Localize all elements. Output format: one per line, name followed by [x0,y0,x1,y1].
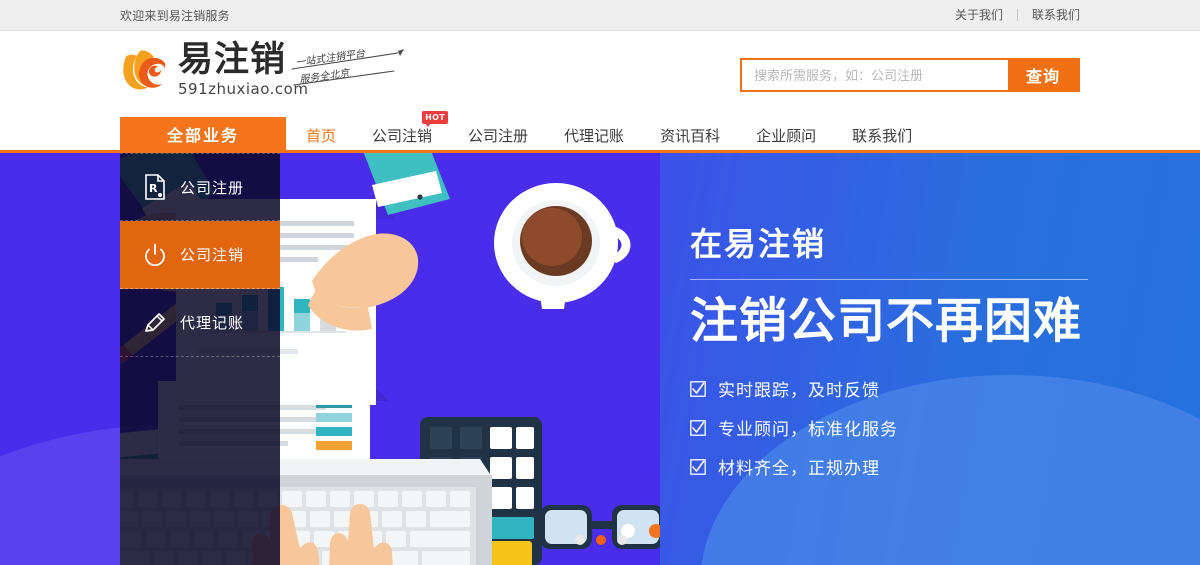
top-link-about[interactable]: 关于我们 [941,9,1018,21]
nav-link-list: 首页 公司注销 HOT 公司注册 代理记账 资讯百科 企业顾问 联系我们 [306,110,948,150]
sidebar-item-label: 公司注销 [180,247,245,264]
sidebar-item-label: 代理记账 [180,315,245,332]
carousel-dot-3[interactable] [617,535,627,545]
checkbox-check-icon [690,419,706,436]
nav-item-bookkeeping[interactable]: 代理记账 [564,125,624,146]
carousel-dots [575,535,627,545]
svg-text:一站式注销平台: 一站式注销平台 [295,49,367,69]
carousel-dot-1[interactable] [575,535,585,545]
search-input[interactable] [742,60,1008,90]
top-utility-bar: 欢迎来到易注销服务 关于我们 联系我们 [0,0,1200,31]
bullet-label: 实时跟踪，及时反馈 [718,381,880,400]
site-header: 易注销 591zhuxiao.com 一站式注销平台 服务全北京 查询 [0,31,1200,120]
pencil-circle-icon [142,309,168,337]
logo-text-domain: 591zhuxiao.com [178,80,309,98]
bullet-label: 材料齐全，正规办理 [718,459,880,478]
logo-text-cn: 易注销 [178,40,287,79]
svg-text:R: R [149,182,158,195]
hero-copy: 在易注销 注销公司不再困难 实时跟踪，及时反馈 专业顾问，标准化服务 材料齐全，… [690,225,1120,493]
nav-item-home[interactable]: 首页 [306,125,336,146]
hero-subtitle: 在易注销 [690,226,827,262]
site-logo[interactable]: 易注销 591zhuxiao.com [120,41,308,98]
hero-title: 注销公司不再困难 [690,295,1083,348]
list-item: 材料齐全，正规办理 [690,454,1120,479]
search-box: 查询 [740,58,1080,92]
hero-divider [690,279,1088,280]
top-link-contact[interactable]: 联系我们 [1018,9,1080,21]
nav-item-consultant[interactable]: 企业顾问 [756,125,816,146]
carousel-dot-2[interactable] [596,535,606,545]
nav-all-business-button[interactable]: 全部业务 [120,117,286,150]
top-links: 关于我们 联系我们 [941,9,1080,21]
checkbox-check-icon [690,380,706,397]
search-submit-button[interactable]: 查询 [1008,60,1078,90]
sidebar-item-company-cancellation[interactable]: 公司注销 [120,221,280,289]
nav-item-news[interactable]: 资讯百科 [660,125,720,146]
sidebar-item-bookkeeping[interactable]: 代理记账 [120,289,280,357]
sidebar-item-company-registration[interactable]: R 公司注册 [120,153,280,221]
flame-swirl-logo-icon [123,50,165,90]
slogan-handwriting: 一站式注销平台 服务全北京 [291,49,404,86]
welcome-text: 欢迎来到易注销服务 [120,8,230,23]
hero-banner: R 公司注册 公司注销 代理记账 在易注销 注销公司不再困难 实时跟踪，及时反馈… [0,150,1200,565]
list-item: 专业顾问，标准化服务 [690,415,1120,440]
page-root: 欢迎来到易注销服务 关于我们 联系我们 易注销 591zhuxiao.com 一… [0,0,1200,565]
hot-badge: HOT [422,110,449,127]
power-off-icon [142,241,168,269]
category-sidebar: R 公司注册 公司注销 代理记账 [120,153,280,565]
hero-bullet-list: 实时跟踪，及时反馈 专业顾问，标准化服务 材料齐全，正规办理 [690,376,1120,479]
nav-item-label: 公司注销 [372,127,433,145]
registration-document-icon: R [142,173,168,201]
svg-text:服务全北京: 服务全北京 [299,67,352,86]
nav-item-company-registration[interactable]: 公司注册 [468,125,528,146]
checkbox-check-icon [690,458,706,475]
nav-item-company-cancellation[interactable]: 公司注销 HOT [372,110,449,146]
list-item: 实时跟踪，及时反馈 [690,376,1120,401]
main-navigation: 全部业务 首页 公司注销 HOT 公司注册 代理记账 资讯百科 企业顾问 联系我… [0,110,1200,150]
sidebar-item-label: 公司注册 [180,179,245,197]
nav-item-contact[interactable]: 联系我们 [852,125,912,146]
bullet-label: 专业顾问，标准化服务 [718,420,898,439]
